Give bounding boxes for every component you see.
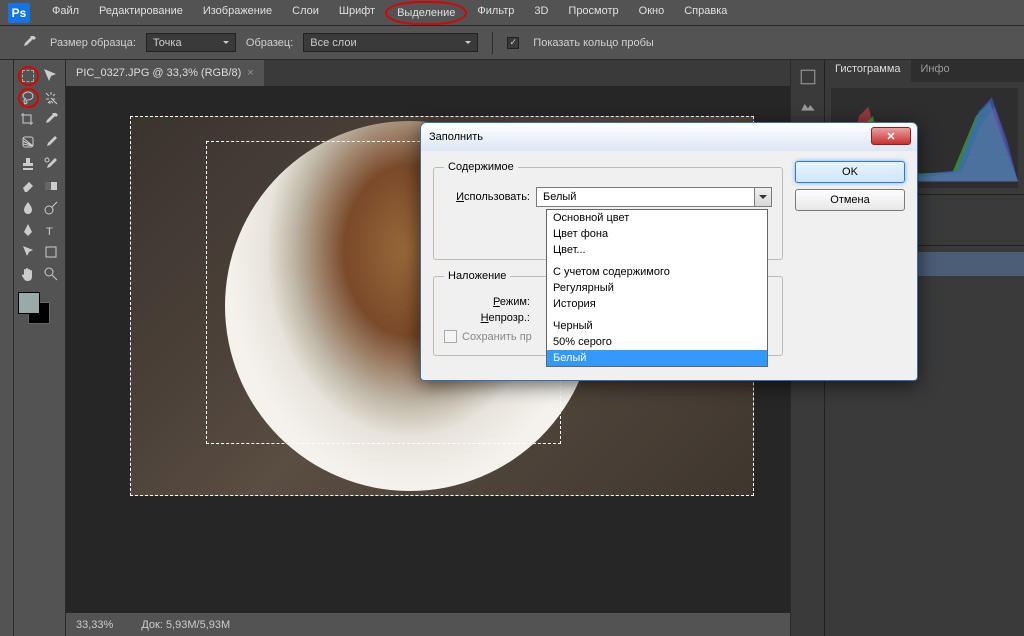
zoom-tool[interactable] [41,264,62,284]
brush-tool[interactable] [41,132,62,152]
color-swatches[interactable] [18,292,58,332]
toolbox: T [14,60,66,636]
eraser-tool[interactable] [18,176,39,196]
use-select[interactable]: Белый [536,187,772,207]
panel-icon[interactable] [799,68,817,86]
sample-select[interactable]: Все слои [303,33,478,52]
hand-tool[interactable] [18,264,39,284]
use-label: Использовать: [444,191,530,203]
history-brush-tool[interactable] [41,154,62,174]
dropdown-button-icon[interactable] [754,188,771,206]
sample-label: Образец: [246,37,293,49]
dropdown-option[interactable]: Регулярный [547,280,767,296]
menu-просмотр[interactable]: Просмотр [558,1,628,25]
lasso-tool[interactable] [18,88,39,108]
zoom-level[interactable]: 33,33% [76,619,113,631]
dialog-title: Заполнить [429,131,483,143]
type-tool[interactable]: T [41,220,62,240]
path-select-tool[interactable] [18,242,39,262]
show-ring-checkbox[interactable]: ✓ [507,37,519,49]
heal-tool[interactable] [18,132,39,152]
dropdown-option[interactable]: Основной цвет [547,210,767,226]
opacity-label: Непрозр.: [444,312,530,324]
preserve-label: Сохранить пр [462,331,532,343]
blend-group-label: Наложение [444,270,510,282]
fill-dialog: Заполнить ✕ Содержимое Использовать: Бел… [420,122,918,381]
document-tab-title: PIC_0327.JPG @ 33,3% (RGB/8) [76,67,241,79]
crop-tool[interactable] [18,110,39,130]
move-tool[interactable] [41,66,61,86]
use-dropdown-list: Основной цветЦвет фонаЦвет... С учетом со… [546,209,768,367]
menu-изображение[interactable]: Изображение [193,1,282,25]
doc-size-label: Док: [141,619,163,631]
dropdown-option[interactable]: Цвет фона [547,226,767,242]
dropdown-option[interactable]: Черный [547,318,767,334]
menu-файл[interactable]: Файл [42,1,89,25]
menu-редактирование[interactable]: Редактирование [89,1,193,25]
preserve-checkbox[interactable] [444,330,457,343]
dodge-tool[interactable] [41,198,62,218]
tab-histogram[interactable]: Гистограмма [825,60,911,82]
doc-size-value: 5,93M/5,93M [166,619,230,631]
sample-size-label: Размер образца: [50,37,136,49]
svg-text:T: T [46,226,53,238]
mode-label: Режим: [444,296,530,308]
dropdown-option[interactable]: История [547,296,767,312]
menu-выделение[interactable]: Выделение [385,1,467,25]
menu-фильтр[interactable]: Фильтр [467,1,524,25]
content-group-label: Содержимое [444,161,518,173]
gradient-tool[interactable] [41,176,62,196]
menu-шрифт[interactable]: Шрифт [329,1,385,25]
blur-tool[interactable] [18,198,39,218]
dropdown-option[interactable]: 50% серого [547,334,767,350]
shape-tool[interactable] [41,242,62,262]
menu-3d[interactable]: 3D [524,1,558,25]
toolbox-collapse-strip[interactable] [0,60,14,636]
ok-button[interactable]: OK [795,161,905,183]
eyedropper-tool-indicator [18,33,40,53]
dropdown-option[interactable]: С учетом содержимого [547,264,767,280]
menu-bar: Ps ФайлРедактированиеИзображениеСлоиШриф… [0,0,1024,26]
wand-tool[interactable] [41,88,61,108]
options-bar: Размер образца: Точка Образец: Все слои … [0,26,1024,60]
menu-слои[interactable]: Слои [282,1,329,25]
show-ring-label: Показать кольцо пробы [533,37,654,49]
menu-справка[interactable]: Справка [674,1,737,25]
eyedropper-tool[interactable] [41,110,62,130]
cancel-button[interactable]: Отмена [795,189,905,211]
tab-info[interactable]: Инфо [911,60,960,82]
panel-icon[interactable] [799,96,817,114]
close-tab-icon[interactable]: × [247,67,253,79]
menu-окно[interactable]: Окно [629,1,675,25]
document-tab[interactable]: PIC_0327.JPG @ 33,3% (RGB/8) × [66,60,264,86]
status-bar: 33,33% Док: 5,93M/5,93M [66,612,790,636]
pen-tool[interactable] [18,220,39,240]
app-logo: Ps [8,3,30,23]
stamp-tool[interactable] [18,154,39,174]
dropdown-option[interactable]: Цвет... [547,242,767,258]
foreground-swatch[interactable] [18,292,40,314]
marquee-tool[interactable] [18,66,39,86]
dropdown-option[interactable]: Белый [547,350,767,366]
content-group: Содержимое Использовать: Белый Основной … [433,161,783,260]
dialog-title-bar[interactable]: Заполнить ✕ [421,123,917,151]
sample-size-select[interactable]: Точка [146,33,236,52]
use-value: Белый [543,191,576,203]
document-tab-bar: PIC_0327.JPG @ 33,3% (RGB/8) × [66,60,790,86]
dialog-close-button[interactable]: ✕ [871,127,911,145]
